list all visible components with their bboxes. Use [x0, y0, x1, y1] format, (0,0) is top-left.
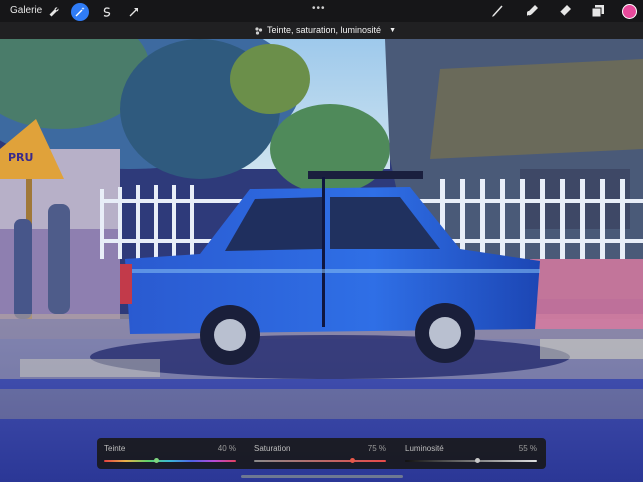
adjustment-title: Teinte, saturation, luminosité	[267, 25, 382, 35]
smudge-icon[interactable]	[524, 3, 540, 19]
magic-wand-icon[interactable]	[71, 3, 89, 21]
top-toolbar: Galerie •••	[0, 0, 643, 22]
adjustment-bar: Teinte, saturation, luminosité ▼	[0, 22, 643, 39]
current-color-swatch[interactable]	[622, 4, 637, 19]
brightness-value: 55 %	[518, 444, 537, 453]
brightness-slider[interactable]: Luminosité 55 %	[405, 444, 537, 466]
adjustment-icon	[255, 26, 263, 35]
layers-icon[interactable]	[590, 3, 606, 19]
brightness-slider-knob[interactable]	[474, 458, 480, 463]
eraser-icon[interactable]	[557, 3, 573, 19]
svg-text:PRU: PRU	[8, 151, 33, 164]
brush-icon[interactable]	[490, 3, 506, 19]
selection-icon[interactable]	[98, 3, 116, 21]
saturation-slider[interactable]: Saturation 75 %	[254, 444, 386, 466]
brightness-label: Luminosité	[405, 444, 444, 453]
home-indicator[interactable]	[241, 475, 403, 478]
move-arrow-icon[interactable]	[125, 3, 143, 21]
hue-slider-knob[interactable]	[153, 458, 159, 463]
hue-label: Teinte	[104, 444, 126, 453]
chevron-down-icon: ▼	[389, 26, 396, 34]
hue-slider[interactable]: Teinte 40 %	[104, 444, 236, 466]
more-options-button[interactable]: •••	[312, 3, 326, 14]
adjustment-sliders-panel: Teinte 40 % Saturation 75 % Luminosité 5…	[97, 438, 546, 469]
wrench-icon[interactable]	[45, 3, 63, 21]
saturation-value: 75 %	[367, 444, 386, 453]
saturation-slider-knob[interactable]	[350, 458, 355, 463]
adjustment-menu-button[interactable]: Teinte, saturation, luminosité ▼	[254, 25, 396, 35]
hue-value: 40 %	[217, 444, 236, 453]
saturation-label: Saturation	[254, 444, 291, 453]
gallery-button[interactable]: Galerie	[10, 5, 42, 16]
painting-canvas[interactable]: PRU	[0, 39, 643, 482]
